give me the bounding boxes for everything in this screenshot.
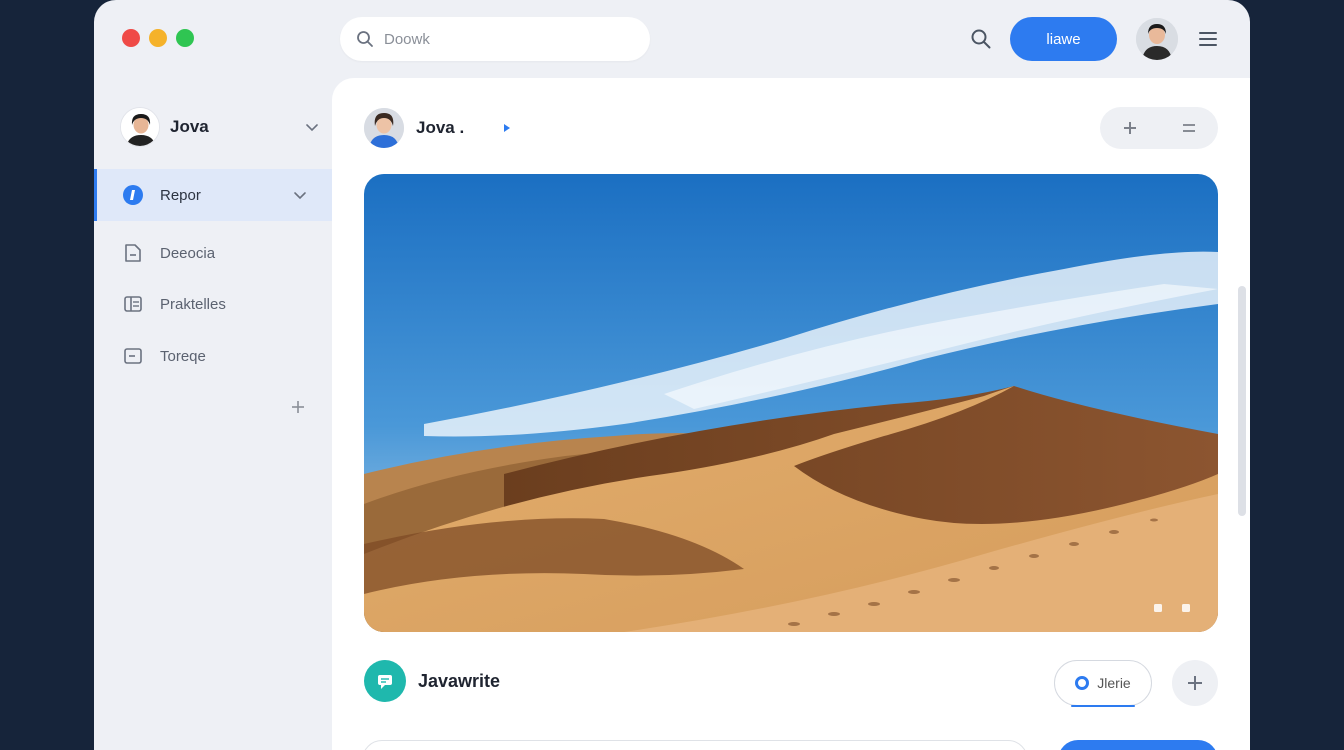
person-icon bbox=[1136, 18, 1178, 60]
sidebar: Jova Repor Deeocia Praktelles Toreqe bbox=[94, 78, 332, 750]
minimize-window-button[interactable] bbox=[149, 29, 167, 47]
search-input[interactable] bbox=[384, 30, 624, 48]
document-icon bbox=[125, 244, 141, 262]
folder-icon bbox=[124, 348, 142, 364]
sidebar-item-label: Deeocia bbox=[160, 244, 216, 262]
add-button[interactable] bbox=[1172, 660, 1218, 706]
person-icon bbox=[364, 108, 404, 148]
avatar[interactable] bbox=[364, 108, 404, 148]
add-icon[interactable] bbox=[1121, 119, 1139, 137]
comment-input[interactable] bbox=[362, 740, 1028, 750]
close-window-button[interactable] bbox=[122, 29, 140, 47]
info-icon bbox=[123, 185, 143, 205]
app-window: liawe Jova bbox=[94, 0, 1250, 750]
profile-switcher[interactable]: Jova bbox=[120, 106, 320, 148]
person-icon bbox=[121, 108, 159, 146]
options-icon[interactable] bbox=[1180, 119, 1198, 137]
post-image[interactable] bbox=[364, 174, 1218, 632]
submit-button[interactable] bbox=[1058, 740, 1218, 750]
chevron-down-icon[interactable] bbox=[292, 187, 308, 203]
maximize-window-button[interactable] bbox=[176, 29, 194, 47]
search-icon bbox=[357, 31, 373, 47]
sidebar-item-toreqe[interactable]: Toreqe bbox=[94, 330, 332, 382]
search-bar[interactable] bbox=[340, 17, 650, 61]
post-footer: Javawrite Jlerie bbox=[364, 660, 1218, 707]
hamburger-menu-icon[interactable] bbox=[1198, 29, 1218, 49]
status-icon bbox=[1075, 676, 1090, 690]
post-actions bbox=[1100, 107, 1218, 149]
chat-icon[interactable] bbox=[364, 660, 406, 702]
sidebar-item-label: Toreqe bbox=[160, 347, 206, 365]
post-header: Jova . bbox=[364, 108, 510, 148]
follow-button[interactable]: Jlerie bbox=[1054, 660, 1152, 707]
profile-name: Jova bbox=[170, 117, 209, 136]
sidebar-item-deeocia[interactable]: Deeocia bbox=[94, 227, 332, 279]
add-icon[interactable] bbox=[290, 399, 306, 415]
chevron-down-icon[interactable] bbox=[304, 119, 320, 135]
post-author[interactable]: Jova . bbox=[416, 118, 464, 138]
title-bar: liawe bbox=[94, 0, 1250, 78]
grid-icon bbox=[124, 296, 142, 312]
sidebar-item-praktelles[interactable]: Praktelles bbox=[94, 278, 332, 330]
sidebar-item-label: Praktelles bbox=[160, 295, 226, 313]
primary-action-button[interactable]: liawe bbox=[1010, 17, 1117, 61]
chevron-right-icon[interactable] bbox=[501, 122, 513, 134]
scrollbar[interactable] bbox=[1238, 286, 1246, 516]
user-avatar[interactable] bbox=[1136, 18, 1178, 60]
plus-icon bbox=[1188, 676, 1202, 690]
desert-dunes-photo bbox=[364, 174, 1218, 632]
post-title: Javawrite bbox=[418, 671, 501, 691]
sidebar-item-repor[interactable]: Repor bbox=[94, 169, 332, 221]
sidebar-item-label: Repor bbox=[160, 186, 201, 204]
avatar bbox=[120, 107, 160, 147]
follow-button-label: Jlerie bbox=[1097, 675, 1131, 691]
main-content: Jova . Javawrite Jlerie bbox=[332, 78, 1250, 750]
search-icon[interactable] bbox=[970, 28, 992, 50]
